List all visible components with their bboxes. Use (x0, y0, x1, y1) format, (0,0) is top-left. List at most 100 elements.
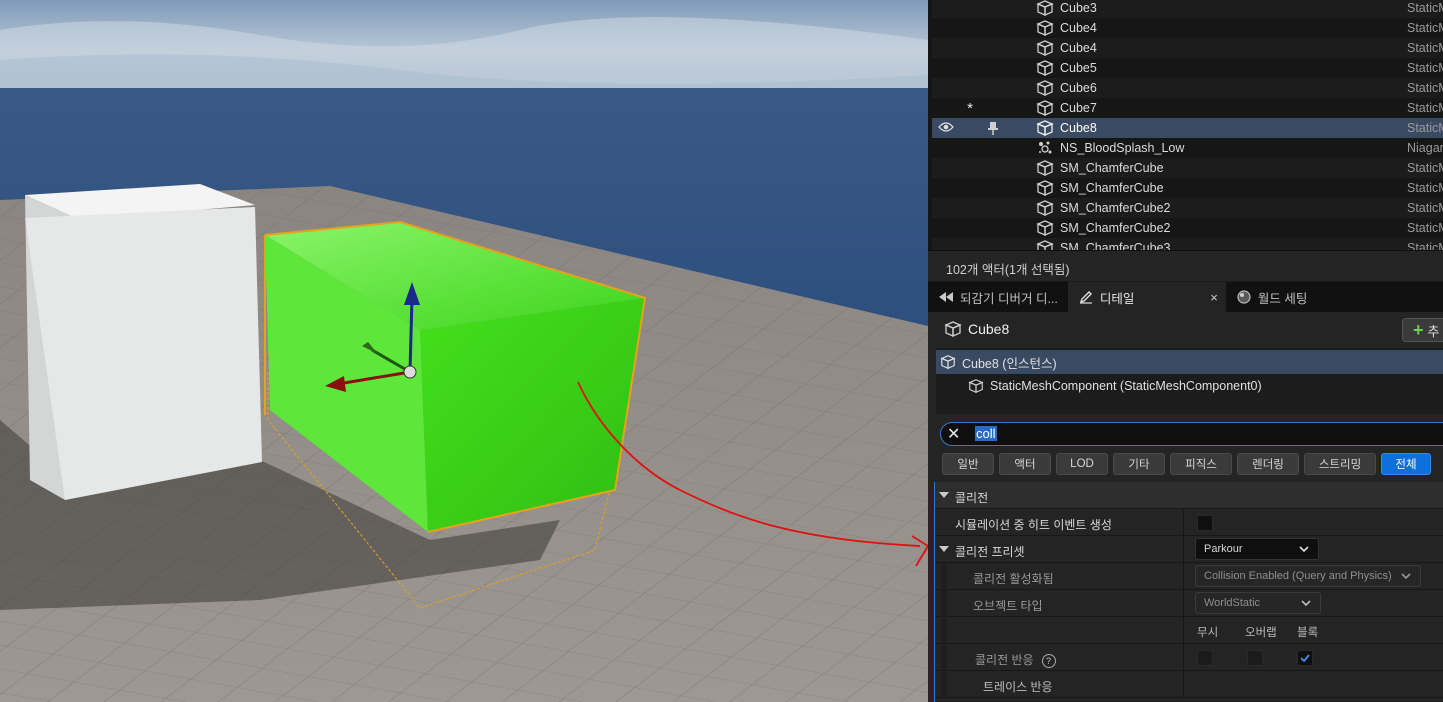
filter-general[interactable]: 일반 (942, 453, 994, 475)
actor-count-status: 102개 액터(1개 선택됨) (928, 250, 1443, 281)
static-mesh-icon (944, 320, 962, 338)
prop-label: 시뮬레이션 중 히트 이벤트 생성 (955, 518, 1112, 532)
check-icon (1300, 654, 1310, 663)
filter-misc[interactable]: 기타 (1113, 453, 1165, 475)
static-mesh-icon (1036, 79, 1054, 97)
static-mesh-icon (1036, 119, 1054, 137)
static-mesh-icon (1036, 39, 1054, 57)
search-input[interactable]: coll (975, 426, 997, 441)
white-cube[interactable] (25, 207, 262, 500)
pin-icon[interactable] (986, 121, 1000, 135)
tab-label: 월드 세팅 (1257, 291, 1308, 306)
filter-physics[interactable]: 피직스 (1170, 453, 1232, 475)
actor-label: Cube7 (1060, 101, 1097, 115)
tab-label: 디테일 (1099, 291, 1135, 306)
filter-bar: 일반 액터 LOD 기타 피직스 렌더링 스트리밍 전체 (942, 453, 1431, 475)
response-overlap-checkbox[interactable] (1247, 650, 1263, 666)
viewport-scene (0, 0, 928, 702)
details-search-box[interactable]: ✕ coll (940, 422, 1443, 446)
dropdown-value: Collision Enabled (Query and Physics) (1204, 570, 1392, 582)
actor-label: Cube3 (1060, 1, 1097, 15)
collision-response-label: 콜리전 반응 (975, 653, 1034, 667)
static-mesh-icon (1036, 59, 1054, 77)
static-mesh-icon (1036, 219, 1054, 237)
plus-icon: + (1413, 319, 1424, 340)
component-label: StaticMeshComponent (StaticMeshComponent… (990, 379, 1262, 393)
filter-all[interactable]: 전체 (1381, 453, 1431, 475)
gen-hit-events-checkbox[interactable] (1197, 515, 1213, 531)
actor-label: SM_ChamferCube2 (1060, 221, 1171, 235)
rewind-icon (938, 289, 954, 305)
outliner-row[interactable]: Cube8 StaticM (932, 118, 1443, 138)
level-viewport[interactable] (0, 0, 928, 702)
outliner-row[interactable]: Cube3 StaticM (932, 0, 1443, 18)
static-mesh-icon (1036, 199, 1054, 217)
outliner-row[interactable]: Cube4 StaticM (932, 18, 1443, 38)
world-outliner: Cube3StaticMCube4StaticMCube4StaticMCube… (928, 0, 1443, 250)
add-component-button[interactable]: + 추 (1402, 318, 1443, 342)
static-mesh-icon (1036, 0, 1054, 17)
header-block: 블록 (1297, 627, 1319, 639)
collision-presets-dropdown[interactable]: Parkour (1195, 538, 1319, 560)
filter-streaming[interactable]: 스트리밍 (1304, 453, 1376, 475)
actor-type: StaticM (1407, 41, 1443, 55)
actor-type: Niagar (1407, 141, 1443, 155)
outliner-row[interactable]: Cube4 StaticM (932, 38, 1443, 58)
outliner-row[interactable]: * Cube7 StaticM (932, 98, 1443, 118)
category-collision[interactable]: 콜리전 (935, 482, 1443, 509)
expand-arrow-icon (939, 492, 949, 498)
pencil-icon (1078, 289, 1094, 305)
filter-lod[interactable]: LOD (1056, 453, 1108, 475)
actor-label: NS_BloodSplash_Low (1060, 141, 1185, 155)
chevron-down-icon (1401, 573, 1411, 580)
outliner-row[interactable]: NS_BloodSplash_Low Niagar (932, 138, 1443, 158)
help-icon[interactable]: ? (1041, 653, 1056, 668)
static-mesh-icon (1036, 159, 1054, 177)
header-ignore: 무시 (1197, 627, 1219, 639)
prop-gen-hit-events: 시뮬레이션 중 히트 이벤트 생성 (935, 509, 1443, 536)
actor-type: StaticM (1407, 61, 1443, 75)
outliner-row[interactable]: SM_ChamferCube StaticM (932, 178, 1443, 198)
panel-tabs: 되감기 디버거 디... 디테일 × 월드 세팅 (928, 282, 1443, 312)
outliner-row[interactable]: SM_ChamferCube2 StaticM (932, 218, 1443, 238)
outliner-row[interactable]: Cube6 StaticM (932, 78, 1443, 98)
static-mesh-icon (1036, 19, 1054, 37)
tab-label: 되감기 디버거 디... (960, 291, 1058, 306)
prop-collision-enabled: 콜리전 활성화됨 Collision Enabled (Query and Ph… (935, 563, 1443, 590)
prop-label: 오브젝트 타입 (973, 599, 1043, 613)
prop-label: 트레이스 반응 (983, 680, 1053, 694)
tab-world-settings[interactable]: 월드 세팅 (1226, 282, 1317, 312)
dropdown-value: Parkour (1204, 543, 1243, 555)
object-type-dropdown[interactable]: WorldStatic (1195, 592, 1321, 614)
actor-label: Cube5 (1060, 61, 1097, 75)
chevron-down-icon (1299, 546, 1309, 553)
static-mesh-icon (1036, 99, 1054, 117)
prop-collision-response: 콜리전 반응? (935, 644, 1443, 671)
component-static-mesh[interactable]: StaticMeshComponent (StaticMeshComponent… (936, 374, 1443, 398)
actor-name: Cube8 (968, 321, 1010, 337)
close-icon[interactable]: × (1210, 290, 1218, 305)
collision-enabled-dropdown[interactable]: Collision Enabled (Query and Physics) (1195, 565, 1421, 587)
eye-icon[interactable] (938, 121, 954, 136)
component-root[interactable]: Cube8 (인스턴스) (936, 350, 1443, 374)
prop-trace-response[interactable]: 트레이스 반응 (935, 671, 1443, 698)
outliner-row[interactable]: SM_ChamferCube3 StaticM (932, 238, 1443, 250)
tab-rewind-debugger[interactable]: 되감기 디버거 디... (928, 282, 1068, 312)
filter-actor[interactable]: 액터 (999, 453, 1051, 475)
expand-arrow-icon[interactable] (939, 546, 949, 552)
response-headers: 무시 오버랩 블록 (935, 617, 1443, 644)
actor-type: StaticM (1407, 21, 1443, 35)
tab-details[interactable]: 디테일 × (1067, 282, 1226, 312)
clear-search-icon[interactable]: ✕ (947, 424, 967, 444)
actor-label: SM_ChamferCube (1060, 181, 1164, 195)
filter-rendering[interactable]: 렌더링 (1237, 453, 1299, 475)
response-block-checkbox[interactable] (1297, 650, 1313, 666)
category-label: 콜리전 (955, 491, 989, 505)
actor-type: StaticM (1407, 241, 1443, 250)
prop-object-type: 오브젝트 타입 WorldStatic (935, 590, 1443, 617)
response-ignore-checkbox[interactable] (1197, 650, 1213, 666)
outliner-row[interactable]: SM_ChamferCube StaticM (932, 158, 1443, 178)
outliner-row[interactable]: Cube5 StaticM (932, 58, 1443, 78)
component-tree: Cube8 (인스턴스) StaticMeshComponent (Static… (936, 348, 1443, 414)
outliner-row[interactable]: SM_ChamferCube2 StaticM (932, 198, 1443, 218)
